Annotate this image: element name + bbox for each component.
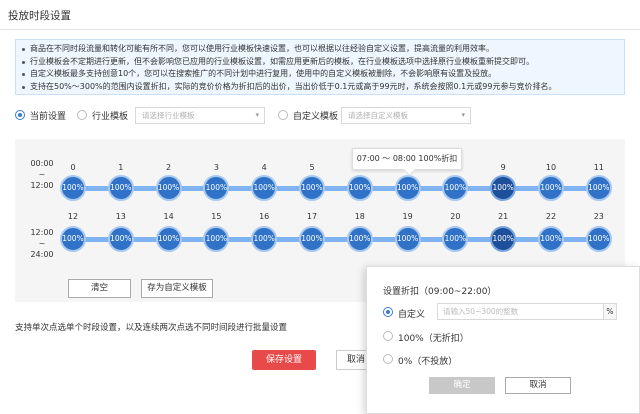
confirm-button[interactable]: 确定 (429, 377, 495, 394)
chevron-down-icon: ▾ (255, 111, 259, 119)
industry-template-select[interactable]: 请选择行业模板 ▾ (135, 107, 265, 124)
notice-box: 商品在不同时段流量和转化可能有所不同，您可以使用行业模板快速设置，也可以根据以往… (15, 39, 625, 95)
custom-discount-label[interactable]: 自定义 (398, 307, 425, 320)
hour-slot-10[interactable]: 100% (538, 175, 564, 201)
hour-number: 19 (402, 212, 413, 221)
hour-number: 5 (309, 163, 315, 172)
hour-slot-14[interactable]: 100% (155, 226, 182, 252)
radio-custom-template[interactable] (278, 110, 288, 120)
schedule-track (73, 237, 599, 242)
hour-slot-5[interactable]: 100% (299, 175, 325, 201)
hour-number: 15 (211, 212, 222, 221)
hour-number: 4 (261, 163, 267, 172)
clear-button[interactable]: 清空 (68, 279, 131, 298)
hour-slot-17[interactable]: 100% (299, 226, 325, 252)
hour-number: 11 (593, 163, 604, 172)
hour-slot-22[interactable]: 100% (538, 226, 564, 252)
hour-slot-13[interactable]: 100% (107, 226, 134, 252)
save-settings-button[interactable]: 保存设置 (252, 350, 316, 370)
hour-slot-11[interactable]: 100% (585, 175, 612, 201)
custom-select-placeholder: 请选择自定义模板 (348, 111, 408, 120)
hour-number: 1 (118, 163, 124, 172)
notice-line: 行业模板会不定期进行更新，但不会影响您已应用的行业模板设置，如需应用更新后的模板… (22, 56, 618, 69)
hour-number: 10 (545, 163, 557, 172)
popover-cancel-button[interactable]: 取消 (505, 377, 571, 394)
hour-slot-6[interactable]: 100% (346, 175, 373, 201)
hour-slot-1[interactable]: 100% (107, 175, 134, 201)
hour-number: 3 (213, 163, 219, 172)
hour-tooltip: 07:00 ～ 08:00 100%折扣 (352, 148, 462, 170)
radio-no-delivery[interactable] (383, 354, 393, 364)
radio-custom-discount[interactable] (383, 307, 393, 317)
dialog-title: 投放时段设置 (8, 10, 71, 22)
hour-number: 2 (166, 163, 172, 172)
discount-input-placeholder: 请输入50~300的整数 (443, 307, 519, 316)
hour-slot-16[interactable]: 100% (251, 226, 278, 252)
hour-number: 22 (545, 212, 557, 221)
radio-no-discount[interactable] (383, 331, 393, 341)
discount-popover: 设置折扣（09:00~22:00） 自定义 请输入50~300的整数 % 100… (366, 266, 640, 414)
row-time-range-text: 24:00 (30, 250, 54, 259)
hour-number: 14 (163, 212, 174, 221)
hour-number: 16 (259, 212, 270, 221)
hour-number: 9 (500, 163, 506, 172)
no-discount-label[interactable]: 100%（无折扣） (398, 331, 469, 344)
hour-number: 12 (67, 212, 79, 221)
selection-hint: 支持单次点选单个时段设置，以及连续两次点选不同时间段进行批量设置 (15, 323, 288, 333)
mode-radio-group: 当前设置 行业模板 请选择行业模板 ▾ 自定义模板 请选择自定义模板 ▾ (15, 107, 625, 125)
hour-slot-4[interactable]: 100% (251, 175, 278, 201)
hour-slot-12[interactable]: 100% (60, 226, 86, 252)
notice-line: 自定义模板最多支持创意10个，您可以在搜索推广的不同计划中进行复用，使用中的自定… (22, 68, 618, 81)
radio-current-setting[interactable] (15, 110, 25, 120)
hour-number: 0 (70, 163, 76, 172)
hour-slot-18[interactable]: 100% (346, 226, 373, 252)
hour-number: 23 (593, 212, 604, 221)
hour-slot-0[interactable]: 100% (60, 175, 86, 201)
hour-slot-2[interactable]: 100% (155, 175, 182, 201)
hour-slot-19[interactable]: 100% (394, 226, 421, 252)
hour-number: 18 (354, 212, 365, 221)
radio-custom-label[interactable]: 自定义模板 (293, 109, 338, 122)
hour-slot-9[interactable]: 100% (490, 175, 517, 201)
hour-slot-23[interactable]: 100% (585, 226, 612, 252)
industry-select-placeholder: 请选择行业模板 (142, 111, 195, 120)
hour-number: 21 (498, 212, 509, 221)
save-as-template-button[interactable]: 存为自定义模板 (141, 279, 213, 298)
no-delivery-label[interactable]: 0%（不投放） (398, 354, 457, 367)
popover-title: 设置折扣（09:00~22:00） (383, 287, 497, 297)
dialog-header: 投放时段设置 (0, 0, 640, 30)
radio-industry-template[interactable] (77, 110, 87, 120)
notice-line: 商品在不同时段流量和转化可能有所不同，您可以使用行业模板快速设置，也可以根据以往… (22, 43, 618, 56)
hour-number: 17 (306, 212, 318, 221)
notice-line: 支持在50%～300%的范围内设置折扣，实际的竞价价格为折扣后的出价，当出价低于… (22, 81, 618, 94)
hour-number: 20 (450, 212, 461, 221)
discount-input[interactable]: 请输入50~300的整数 (437, 303, 615, 320)
hour-number: 13 (115, 212, 126, 221)
radio-industry-label[interactable]: 行业模板 (92, 109, 128, 122)
hour-slot-7[interactable]: 100% (394, 175, 421, 201)
chevron-down-icon: ▾ (461, 111, 465, 119)
percent-unit: % (603, 303, 617, 320)
custom-template-select[interactable]: 请选择自定义模板 ▾ (341, 107, 471, 124)
schedule-track (73, 186, 599, 191)
radio-current-label[interactable]: 当前设置 (30, 109, 66, 122)
hour-slot-21[interactable]: 100% (490, 226, 517, 252)
